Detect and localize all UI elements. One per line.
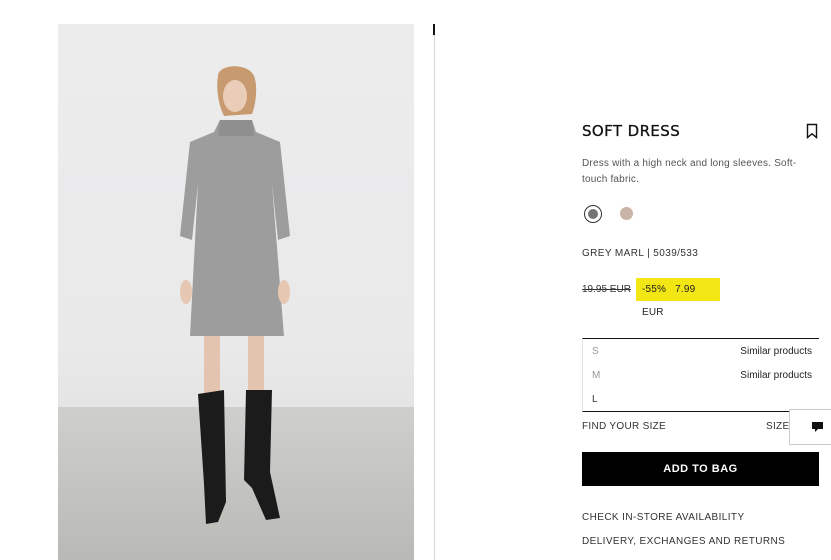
- color-swatch-beige[interactable]: [620, 207, 633, 220]
- divider-marker: [433, 24, 435, 35]
- size-label: L: [592, 394, 598, 405]
- size-option-l[interactable]: L: [583, 390, 820, 410]
- chat-icon: [812, 422, 823, 432]
- size-label: S: [592, 346, 599, 357]
- product-image[interactable]: [58, 24, 414, 560]
- check-in-store-link[interactable]: CHECK IN-STORE AVAILABILITY: [582, 512, 745, 523]
- color-swatch-grey[interactable]: [584, 205, 602, 223]
- product-info-panel: SOFT DRESS Dress with a high neck and lo…: [582, 0, 831, 560]
- product-description: Dress with a high neck and long sleeves.…: [582, 158, 797, 185]
- similar-products-link[interactable]: Similar products: [740, 370, 812, 381]
- similar-products-link[interactable]: Similar products: [740, 346, 812, 357]
- size-guide-link[interactable]: SIZE: [766, 421, 789, 432]
- add-to-bag-button[interactable]: ADD TO BAG: [582, 452, 819, 486]
- size-option-s[interactable]: S Similar products: [583, 342, 820, 362]
- model-figure: [180, 66, 290, 524]
- original-price: 19.95 EUR: [582, 284, 631, 295]
- size-selector: S Similar products M Similar products L: [582, 338, 819, 412]
- sale-price-badge: -55% 7.99 EUR: [636, 278, 720, 318]
- chat-button[interactable]: [789, 409, 831, 445]
- color-reference: GREY MARL | 5039/533: [582, 248, 699, 259]
- discount-percent: -55%: [642, 284, 667, 295]
- color-swatch-grey-fill: [588, 209, 598, 219]
- size-option-m[interactable]: M Similar products: [583, 366, 820, 386]
- delivery-returns-link[interactable]: DELIVERY, EXCHANGES AND RETURNS: [582, 536, 785, 547]
- product-title: SOFT DRESS: [582, 122, 681, 140]
- bookmark-icon[interactable]: [806, 123, 818, 139]
- column-divider: [434, 24, 435, 560]
- size-label: M: [592, 370, 601, 381]
- find-your-size-link[interactable]: FIND YOUR SIZE: [582, 421, 666, 432]
